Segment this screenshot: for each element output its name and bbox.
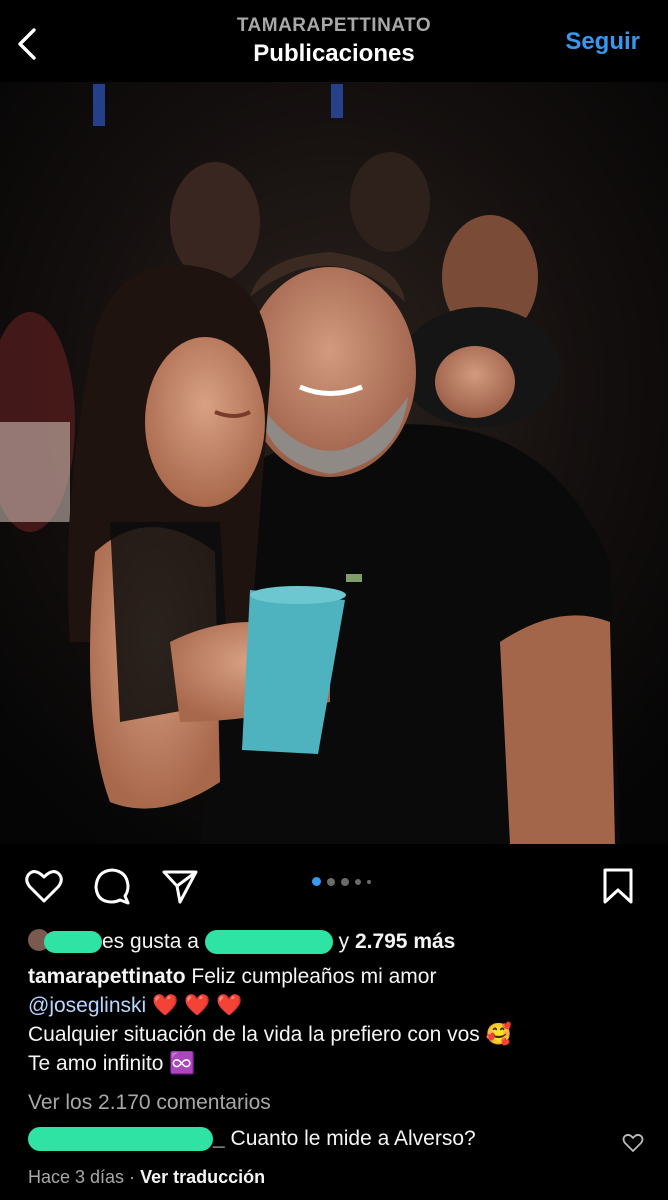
redacted-username	[204, 930, 333, 955]
meta-separator: ·	[129, 1167, 136, 1187]
bookmark-icon[interactable]	[598, 866, 638, 906]
comment-text: Cuanto le mide a Alverso?	[230, 1127, 476, 1150]
carousel-dot	[327, 877, 335, 886]
follow-button[interactable]: Seguir	[565, 28, 640, 56]
post-image	[0, 82, 668, 844]
share-icon[interactable]	[160, 866, 200, 906]
caption-line3: Te amo infinito ♾️	[28, 1052, 196, 1075]
carousel-indicator	[312, 877, 371, 886]
caption-mention[interactable]: @joseglinski	[28, 994, 146, 1017]
post-meta: Hace 3 días · Ver traducción	[28, 1167, 265, 1188]
see-translation-link[interactable]: Ver traducción	[140, 1167, 265, 1187]
post-caption: tamarapettinato Feliz cumpleaños mi amor…	[28, 962, 648, 1078]
likes-summary[interactable]: es gusta a y 2.795 más	[28, 928, 455, 956]
caption-line2: Cualquier situación de la vida la prefie…	[28, 1023, 512, 1046]
likes-suffix: y	[338, 930, 350, 953]
redacted-username	[44, 931, 102, 954]
likes-prefix: es gusta a	[102, 930, 199, 953]
comment-username-tail[interactable]: _	[213, 1127, 225, 1150]
post-timestamp: Hace 3 días	[28, 1167, 125, 1187]
carousel-dot-active	[312, 877, 321, 886]
carousel-dot	[355, 878, 361, 885]
view-all-comments-link[interactable]: Ver los 2.170 comentarios	[28, 1091, 271, 1115]
likes-count[interactable]: 2.795 más	[355, 930, 455, 953]
comment-icon[interactable]	[92, 866, 132, 906]
caption-emoji-hearts: ❤️ ❤️ ❤️	[152, 994, 243, 1017]
carousel-dot	[367, 879, 371, 884]
redacted-username	[28, 1127, 213, 1152]
carousel-dot	[341, 877, 349, 886]
comment-like-icon[interactable]	[622, 1132, 644, 1154]
heart-icon[interactable]	[24, 866, 64, 906]
top-header: TAMARAPETTINATO Publicaciones Seguir	[0, 0, 668, 82]
caption-text: Feliz cumpleaños mi amor	[191, 965, 437, 988]
caption-author[interactable]: tamarapettinato	[28, 965, 186, 988]
comment-item: _ Cuanto le mide a Alverso?	[28, 1127, 648, 1152]
post-photo[interactable]	[0, 82, 668, 844]
